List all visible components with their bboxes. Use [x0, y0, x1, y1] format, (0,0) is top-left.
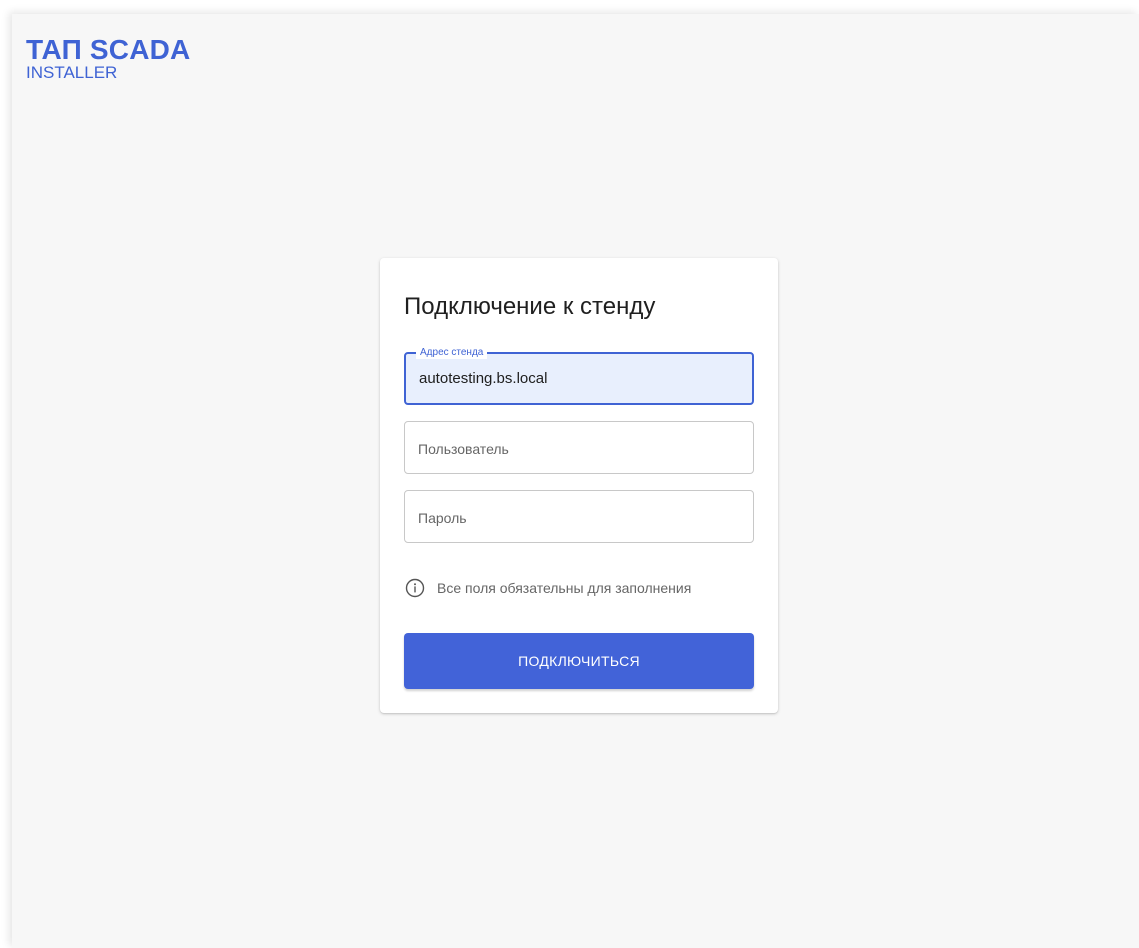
password-placeholder: Пароль	[418, 510, 467, 526]
connection-card: Подключение к стенду Адрес стенда autote…	[380, 258, 778, 713]
username-placeholder: Пользователь	[418, 441, 509, 457]
address-value: autotesting.bs.local	[419, 370, 548, 387]
password-field[interactable]: Пароль	[404, 490, 754, 543]
username-field[interactable]: Пользователь	[404, 421, 754, 474]
app-window: ТАП SCADA INSTALLER Подключение к стенду…	[12, 14, 1139, 948]
connect-button[interactable]: ПОДКЛЮЧИТЬСЯ	[404, 633, 754, 689]
address-field[interactable]: Адрес стенда autotesting.bs.local	[404, 346, 754, 405]
info-circle-icon	[405, 578, 425, 598]
card-title: Подключение к стенду	[404, 293, 656, 320]
logo: ТАП SCADA INSTALLER	[26, 36, 190, 82]
address-label: Адрес стенда	[416, 346, 488, 359]
hint-text: Все поля обязательны для заполнения	[437, 580, 692, 596]
logo-subtitle: INSTALLER	[26, 63, 118, 82]
required-hint: Все поля обязательны для заполнения	[405, 578, 691, 598]
connect-button-label: ПОДКЛЮЧИТЬСЯ	[518, 653, 640, 669]
logo-title: ТАП SCADA	[26, 34, 191, 65]
